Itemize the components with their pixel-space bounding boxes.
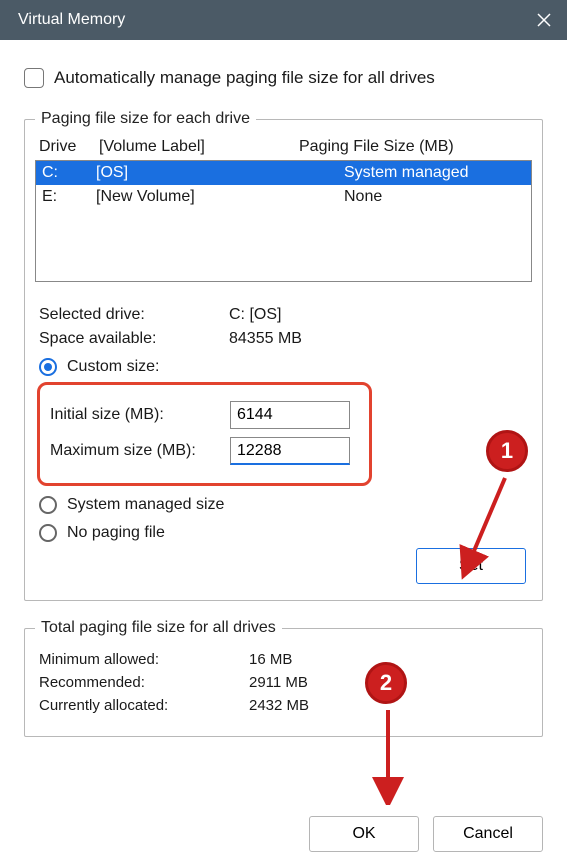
selected-drive-label: Selected drive: [39,306,229,324]
header-paging: Paging File Size (MB) [299,138,528,156]
custom-size-highlight: Initial size (MB): Maximum size (MB): [37,382,372,486]
drive-label: [OS] [96,164,344,182]
totals-legend: Total paging file size for all drives [35,619,282,637]
drive-label: [New Volume] [96,188,344,206]
annotation-badge-2: 2 [365,662,407,704]
custom-size-label: Custom size: [67,358,159,376]
header-volume: [Volume Label] [99,138,299,156]
auto-manage-label: Automatically manage paging file size fo… [54,68,435,88]
annotation-arrow-2-icon [370,705,410,805]
cancel-button[interactable]: Cancel [433,816,543,852]
recommended-label: Recommended: [39,674,249,691]
annotation-arrow-1-icon [450,470,520,580]
system-managed-label: System managed size [67,496,224,514]
totals-group: Total paging file size for all drives Mi… [24,619,543,737]
window-title: Virtual Memory [18,11,125,29]
dialog-footer: OK Cancel [309,816,543,852]
min-allowed-label: Minimum allowed: [39,651,249,668]
close-icon[interactable] [535,11,553,29]
space-available-value: 84355 MB [229,330,302,348]
drive-letter: E: [42,188,96,206]
drive-list-header: Drive [Volume Label] Paging File Size (M… [35,136,532,160]
no-paging-radio-row[interactable]: No paging file [39,524,165,542]
allocated-label: Currently allocated: [39,697,249,714]
drive-list[interactable]: C: [OS] System managed E: [New Volume] N… [35,160,532,282]
custom-size-radio[interactable] [39,358,57,376]
header-drive: Drive [39,138,99,156]
drive-paging: None [344,188,525,206]
annotation-badge-1: 1 [486,430,528,472]
maximum-size-label: Maximum size (MB): [50,442,230,460]
selected-drive-value: C: [OS] [229,306,281,324]
no-paging-radio[interactable] [39,524,57,542]
ok-button[interactable]: OK [309,816,419,852]
maximum-size-input[interactable] [230,437,350,465]
titlebar: Virtual Memory [0,0,567,40]
space-available-label: Space available: [39,330,229,348]
min-allowed-value: 16 MB [249,651,292,668]
initial-size-input[interactable] [230,401,350,429]
no-paging-label: No paging file [67,524,165,542]
drive-paging: System managed [344,164,525,182]
auto-manage-checkbox[interactable] [24,68,44,88]
drive-letter: C: [42,164,96,182]
virtual-memory-dialog: Virtual Memory Automatically manage pagi… [0,0,567,866]
system-managed-radio[interactable] [39,496,57,514]
custom-size-radio-row[interactable]: Custom size: [39,358,528,376]
allocated-value: 2432 MB [249,697,309,714]
per-drive-legend: Paging file size for each drive [35,110,256,128]
initial-size-label: Initial size (MB): [50,406,230,424]
drive-row[interactable]: E: [New Volume] None [36,185,531,209]
recommended-value: 2911 MB [249,674,308,691]
drive-row[interactable]: C: [OS] System managed [36,161,531,185]
